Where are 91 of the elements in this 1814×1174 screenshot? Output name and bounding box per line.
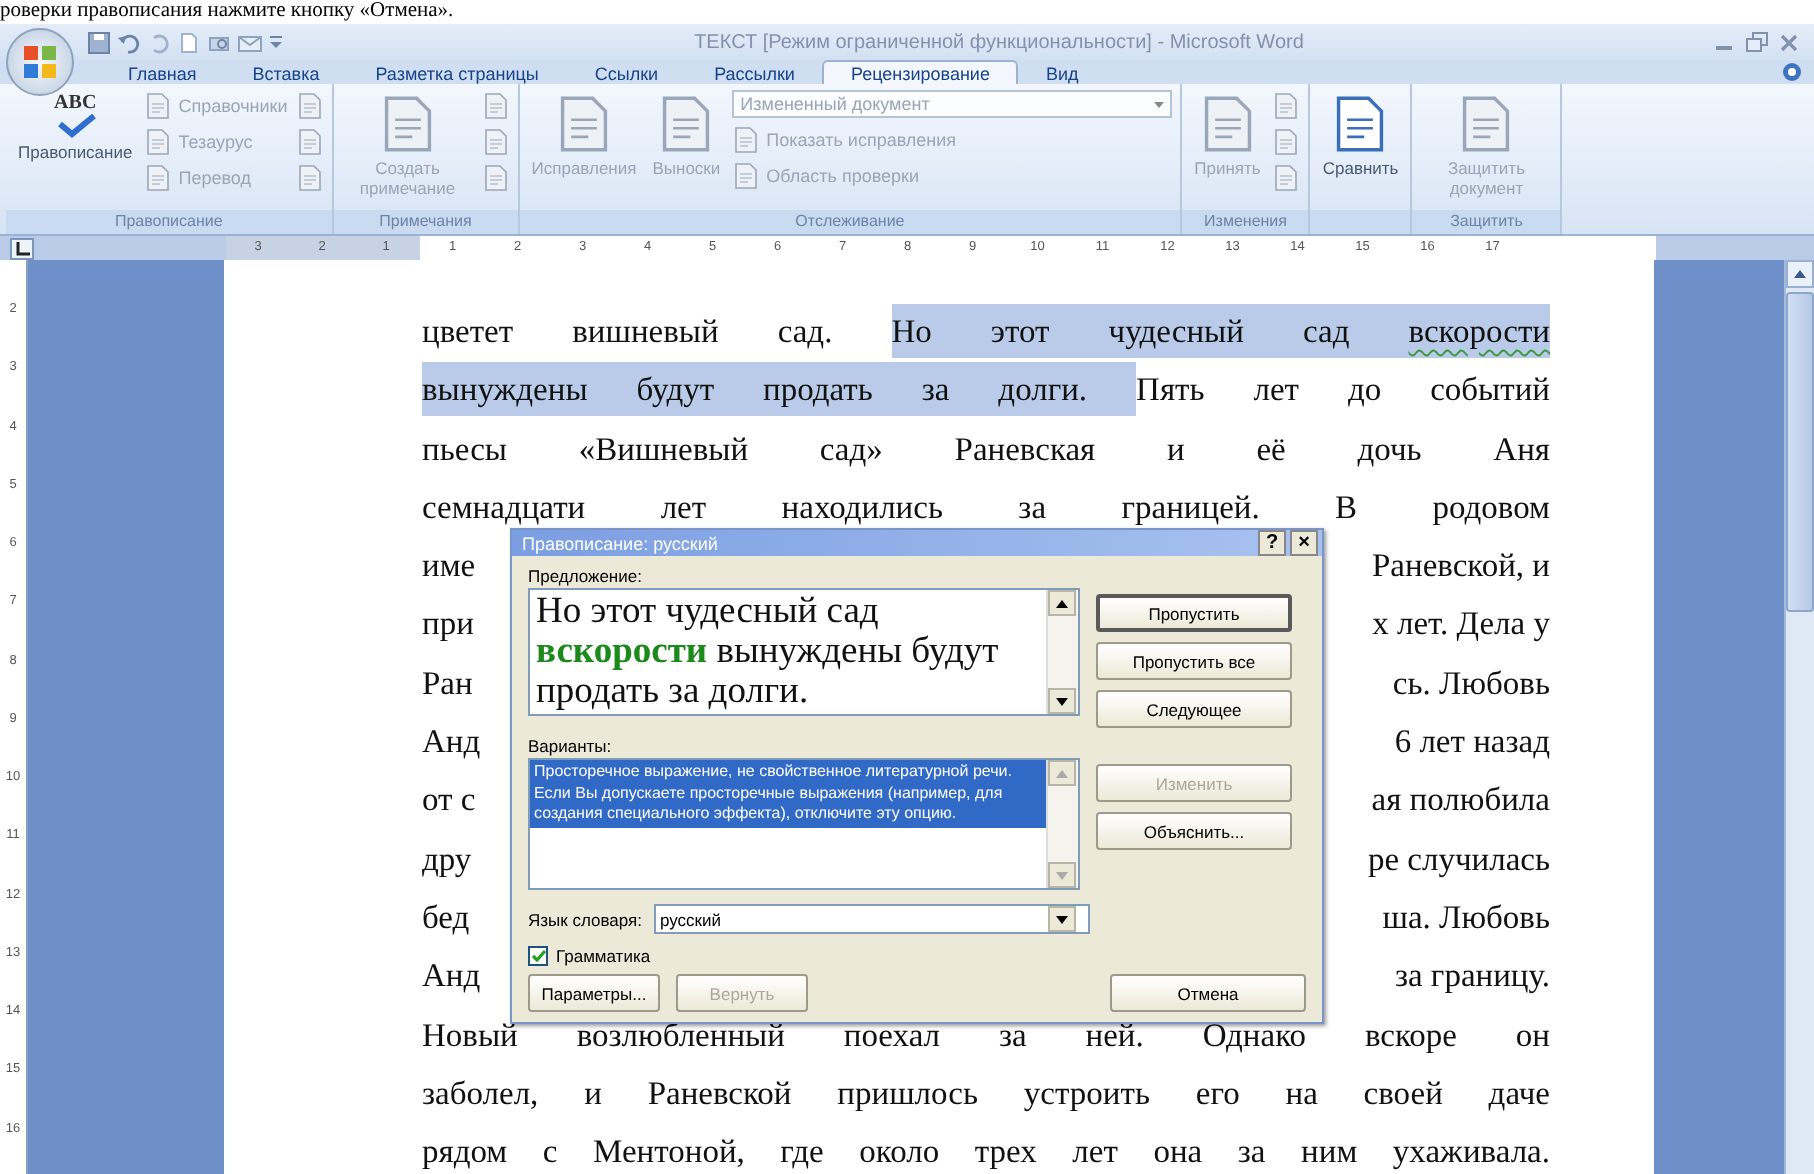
ribbon-tab[interactable]: Ссылки xyxy=(566,60,687,84)
document-icon xyxy=(295,163,324,191)
dialog-button[interactable]: Отмена xyxy=(1110,974,1306,1012)
customize-caret-icon[interactable] xyxy=(270,34,282,50)
text-fragment: х лет. Дела у xyxy=(1372,602,1550,647)
text-fragment: 6 лет назад xyxy=(1394,720,1550,765)
scroll-down-icon[interactable] xyxy=(1048,688,1076,714)
text-line: пьесы «Вишневый сад» Раневская и её дочь Аня xyxy=(422,427,1550,472)
document-icon xyxy=(144,127,173,155)
text-line: заболел, и Раневской пришлось устроить его на своей даче xyxy=(422,1071,1550,1116)
document-icon xyxy=(481,163,510,191)
ribbon-tab[interactable]: Главная xyxy=(100,60,225,84)
document-icon xyxy=(295,91,324,119)
tab-stop-selector[interactable] xyxy=(10,238,34,260)
text-fragment: ша. Любовь xyxy=(1382,895,1550,940)
dialog-button[interactable]: Пропустить xyxy=(1096,594,1292,632)
document-icon[interactable] xyxy=(178,31,200,53)
document-icon xyxy=(732,125,761,153)
close-icon[interactable] xyxy=(1780,33,1798,51)
text-fragment: ая полюбила xyxy=(1371,778,1550,823)
document-icon xyxy=(732,161,761,189)
ribbon-button[interactable]: Сравнить xyxy=(1318,90,1403,210)
text-line: семнадцати лет находились за границей. В родовом xyxy=(422,485,1550,530)
document-icon xyxy=(1272,91,1301,119)
text-fragment: от с xyxy=(422,778,476,823)
ribbon-tab[interactable]: Рассылки xyxy=(686,60,823,84)
title-bar-button[interactable]: ? xyxy=(1258,530,1286,556)
restore-icon[interactable] xyxy=(1746,32,1768,52)
office-button[interactable] xyxy=(6,28,74,96)
text-line: цветет вишневый сад. Но этот чудесный сад вскорости xyxy=(422,302,1550,361)
caret-icon xyxy=(1154,101,1165,107)
text-fragment: при xyxy=(422,602,474,647)
group-label: Защитить xyxy=(1412,210,1561,234)
text-fragment: ре случилась xyxy=(1367,837,1550,882)
title-bar-button[interactable]: × xyxy=(1290,530,1318,556)
scrollbar[interactable] xyxy=(1784,260,1814,1174)
ribbon-tab[interactable]: Рецензирование xyxy=(822,60,1018,84)
field-label: Язык словаря: xyxy=(528,909,643,929)
text-fragment: за границу. xyxy=(1394,954,1550,999)
window-title: ТЕКСТ [Режим ограниченной функциональности] - Microsoft Word xyxy=(692,31,1306,53)
group-label: Отслеживание xyxy=(519,210,1181,234)
ribbon-tab[interactable]: Вид xyxy=(1017,60,1107,84)
field-label: Предложение: xyxy=(528,564,644,588)
undo-icon[interactable] xyxy=(118,31,140,53)
caption-text: роверки правописания нажмите кнопку «Отмена». xyxy=(0,0,456,24)
text-fragment: дру xyxy=(422,837,472,882)
language-dropdown[interactable]: русский xyxy=(654,904,1091,934)
ribbon-button[interactable]: ABC Правописание xyxy=(14,90,137,210)
ribbon-tab[interactable]: Вставка xyxy=(224,60,348,84)
text-fragment: бед xyxy=(422,895,470,940)
text-fragment: сь. Любовь xyxy=(1392,661,1550,706)
text-fragment: Раневской, и xyxy=(1371,544,1550,589)
document-icon xyxy=(481,127,510,155)
document-icon xyxy=(1272,163,1301,191)
document-icon xyxy=(1272,127,1301,155)
dialog-button[interactable]: Объяснить... xyxy=(1096,812,1292,850)
scroll-up-icon[interactable] xyxy=(1794,270,1806,278)
office-logo-icon xyxy=(22,44,58,80)
sentence-field[interactable]: Но этот чудесный сад вскорости вынуждены будут продать за долги. xyxy=(528,588,1080,716)
text-fragment: Анд xyxy=(422,954,481,999)
caret-icon xyxy=(1048,906,1077,932)
text-fragment: Анд xyxy=(422,720,481,765)
envelope-icon[interactable] xyxy=(238,31,262,53)
redo-icon[interactable] xyxy=(148,31,170,53)
suggestion-item[interactable]: Просторечное выражение, не свойственное литературной речи. Если Вы допускаете просторечные выражения (например, для создания специального эффекта), отключите эту опцию. xyxy=(530,760,1046,827)
group-label: Правописание xyxy=(6,210,332,234)
ribbon-tab[interactable]: Разметка страницы xyxy=(347,60,567,84)
document-icon xyxy=(144,91,173,119)
save-icon[interactable] xyxy=(88,31,110,53)
dialog-button[interactable]: Пропустить все xyxy=(1096,642,1292,680)
checkbox-label: Грамматика xyxy=(556,946,651,966)
group-label: Примечания xyxy=(333,210,518,234)
document-icon xyxy=(295,127,324,155)
text-line: вынуждены будут продать за долги. Пять лет до событий xyxy=(422,360,1550,420)
dialog-button[interactable]: Следующее xyxy=(1096,690,1292,728)
scroll-up-icon[interactable] xyxy=(1048,590,1076,616)
dialog-button[interactable]: Параметры... xyxy=(528,974,660,1012)
dialog-title: Правописание: русский xyxy=(522,533,720,553)
group-label-band xyxy=(1310,210,1411,234)
suggestions-list[interactable]: Просторечное выражение, не свойственное литературной речи. Если Вы допускаете просторечные выражения (например, для создания специального эффекта), отключите эту опцию. xyxy=(528,758,1080,890)
text-line: Новый возлюбленный поехал за ней. Однако вскоре он xyxy=(422,1013,1550,1058)
group-label: Изменения xyxy=(1182,210,1309,234)
help-icon[interactable] xyxy=(1782,62,1802,82)
print-preview-icon[interactable] xyxy=(208,31,230,53)
field-label: Варианты: xyxy=(528,734,614,758)
document-icon xyxy=(144,163,173,191)
document-icon xyxy=(481,91,510,119)
grammar-checkbox[interactable] xyxy=(528,946,548,966)
text-line: рядом с Ментоной, где около трех лет она за ним ухаживала. xyxy=(422,1130,1550,1174)
text-fragment: име xyxy=(422,544,476,589)
text-fragment: Ран xyxy=(422,661,473,706)
